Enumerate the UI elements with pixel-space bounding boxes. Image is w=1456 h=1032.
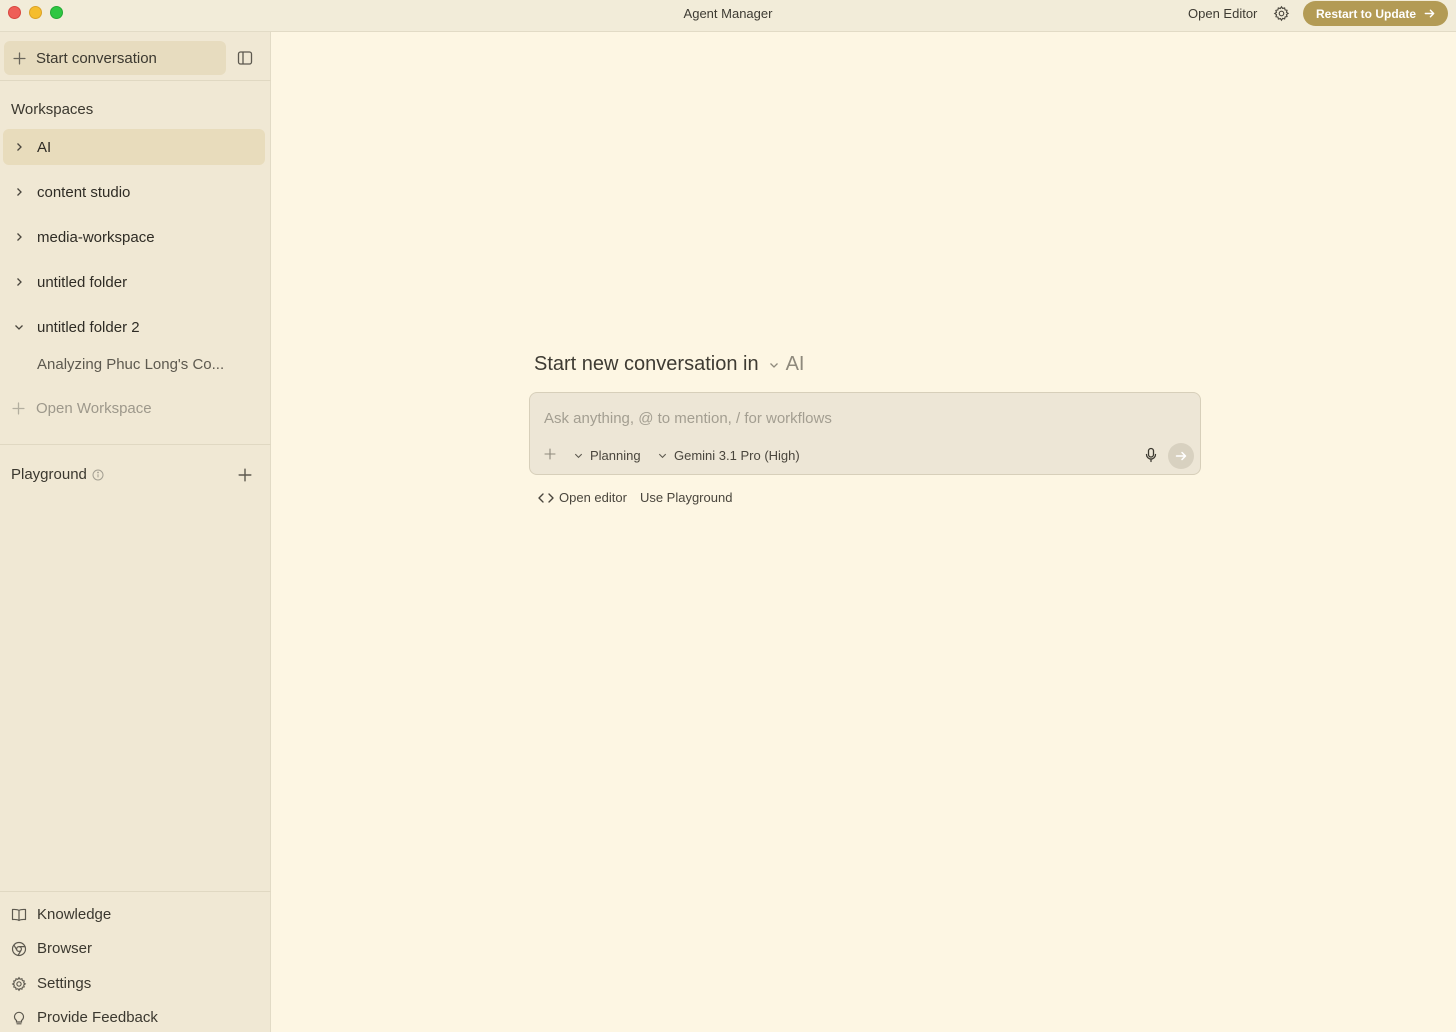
chevron-right-icon — [17, 233, 22, 241]
book-icon — [11, 908, 27, 921]
mode-label: Planning — [590, 448, 641, 463]
sidebar-divider — [0, 444, 271, 445]
sidebar-item-label: Knowledge — [37, 906, 112, 923]
mode-dropdown[interactable]: Planning — [573, 448, 641, 463]
start-conversation-label: Start conversation — [36, 49, 157, 67]
attach-button[interactable] — [544, 448, 556, 460]
open-editor-label: Open editor — [559, 490, 627, 505]
microphone-icon[interactable] — [1143, 447, 1159, 463]
new-conversation-heading: Start new conversation in AI — [534, 353, 804, 376]
plus-icon — [12, 402, 25, 415]
settings-gear-icon[interactable] — [1273, 5, 1290, 22]
chevron-right-icon — [17, 188, 22, 196]
open-workspace-button[interactable]: Open Workspace — [12, 400, 152, 417]
workspace-label: untitled folder — [37, 273, 128, 291]
chevron-right-icon — [17, 278, 22, 286]
title-bar: Agent Manager Open Editor Restart to Upd… — [0, 0, 1456, 32]
workspace-selector[interactable]: AI — [768, 353, 805, 376]
workspace-item-media-workspace[interactable]: media-workspace — [3, 219, 265, 255]
sidebar-item-label: Settings — [37, 975, 92, 992]
chevron-down-icon — [15, 325, 23, 330]
open-workspace-label: Open Workspace — [36, 400, 152, 417]
playground-heading: Playground — [11, 466, 104, 483]
restart-to-update-button[interactable]: Restart to Update — [1303, 1, 1448, 26]
workspaces-heading: Workspaces — [11, 101, 94, 118]
sidebar-divider — [0, 80, 271, 81]
start-conversation-button[interactable]: Start conversation — [4, 41, 226, 75]
plus-icon — [238, 468, 252, 482]
conversation-item[interactable]: Analyzing Phuc Long's Co... — [37, 356, 224, 373]
use-playground-link[interactable]: Use Playground — [640, 490, 733, 505]
workspace-item-untitled-folder[interactable]: untitled folder — [3, 264, 265, 300]
arrow-right-icon — [1424, 9, 1435, 18]
chevron-down-icon — [769, 362, 778, 368]
playground-label: Playground — [11, 466, 87, 483]
sidebar: Start conversation Workspaces AI content… — [0, 32, 271, 1032]
sidebar-divider — [0, 891, 271, 892]
open-editor-link[interactable]: Open editor — [538, 490, 627, 505]
chevron-down-icon — [658, 453, 667, 459]
model-label: Gemini 3.1 Pro (High) — [674, 448, 800, 463]
chat-input-box: Planning Gemini 3.1 Pro (High) — [529, 392, 1201, 475]
quick-links: Open editor Use Playground — [538, 490, 732, 505]
open-editor-button[interactable]: Open Editor — [1188, 6, 1257, 21]
arrow-right-icon — [1175, 451, 1187, 461]
selected-workspace-label: AI — [785, 353, 805, 375]
restart-label: Restart to Update — [1316, 6, 1417, 21]
chrome-icon — [11, 941, 27, 956]
chevron-down-icon — [574, 453, 583, 459]
sidebar-item-settings[interactable]: Settings — [11, 975, 91, 992]
model-dropdown[interactable]: Gemini 3.1 Pro (High) — [657, 448, 800, 463]
workspace-item-content-studio[interactable]: content studio — [3, 174, 265, 210]
workspace-label: media-workspace — [37, 228, 155, 246]
gear-icon — [11, 976, 27, 991]
sidebar-item-knowledge[interactable]: Knowledge — [11, 906, 111, 923]
workspace-item-ai[interactable]: AI — [3, 129, 265, 165]
sidebar-item-label: Browser — [37, 940, 93, 957]
info-icon[interactable] — [92, 469, 104, 481]
headline-text: Start new conversation in — [534, 353, 759, 375]
sidebar-item-provide-feedback[interactable]: Provide Feedback — [11, 1009, 158, 1026]
workspace-label: untitled folder 2 — [37, 318, 140, 336]
plus-icon — [13, 51, 26, 65]
add-playground-button[interactable] — [238, 468, 252, 482]
send-button[interactable] — [1168, 443, 1194, 469]
workspace-label: content studio — [37, 183, 131, 201]
workspace-item-untitled-folder-2[interactable]: untitled folder 2 — [3, 309, 265, 345]
chevron-right-icon — [17, 143, 22, 151]
sidebar-item-label: Provide Feedback — [37, 1009, 158, 1026]
lightbulb-icon — [13, 1011, 25, 1024]
plus-icon — [544, 448, 556, 460]
chat-input[interactable] — [544, 407, 1104, 429]
workspace-label: AI — [37, 138, 52, 156]
toggle-sidebar-icon[interactable] — [237, 50, 253, 66]
code-icon — [538, 492, 554, 503]
sidebar-item-browser[interactable]: Browser — [11, 940, 92, 957]
